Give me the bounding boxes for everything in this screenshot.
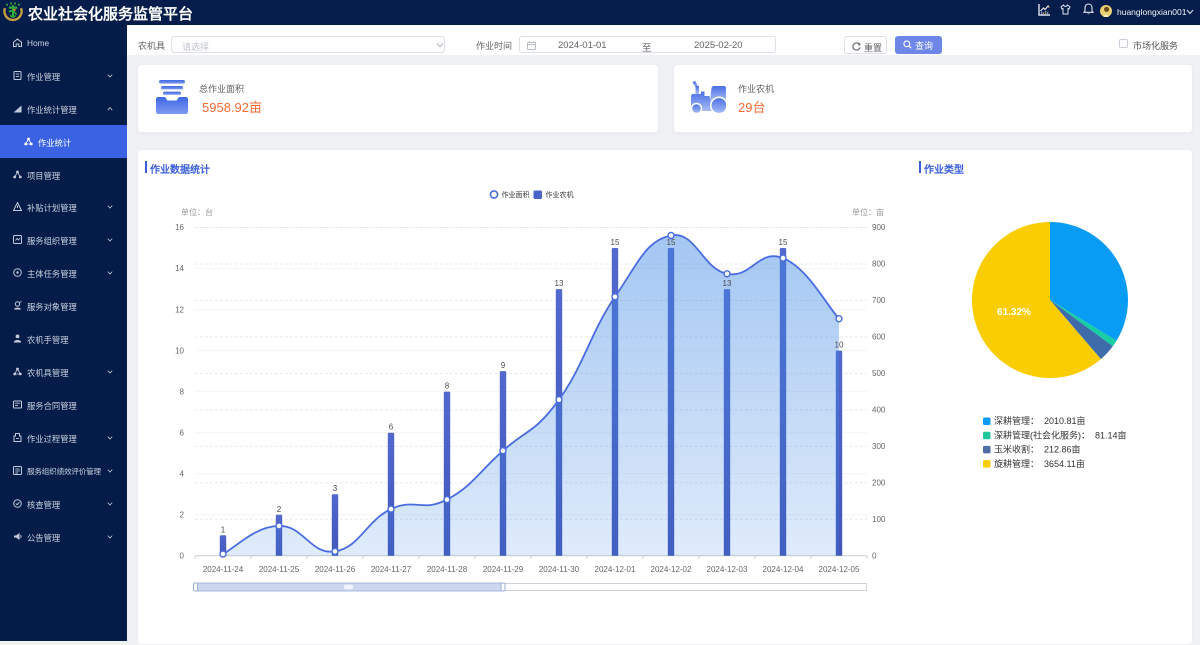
svg-text:深耕管理： 2010.81亩: 深耕管理： 2010.81亩 (994, 415, 1086, 426)
svg-text:旋耕管理： 3654.11亩: 旋耕管理： 3654.11亩 (994, 458, 1085, 469)
svg-text:深耕管理(社会化服务)： 81.14亩: 深耕管理(社会化服务)： 81.14亩 (994, 429, 1127, 440)
svg-text:61.32%: 61.32% (997, 307, 1031, 318)
svg-text:玉米收割： 212.86亩: 玉米收割： 212.86亩 (994, 444, 1081, 455)
